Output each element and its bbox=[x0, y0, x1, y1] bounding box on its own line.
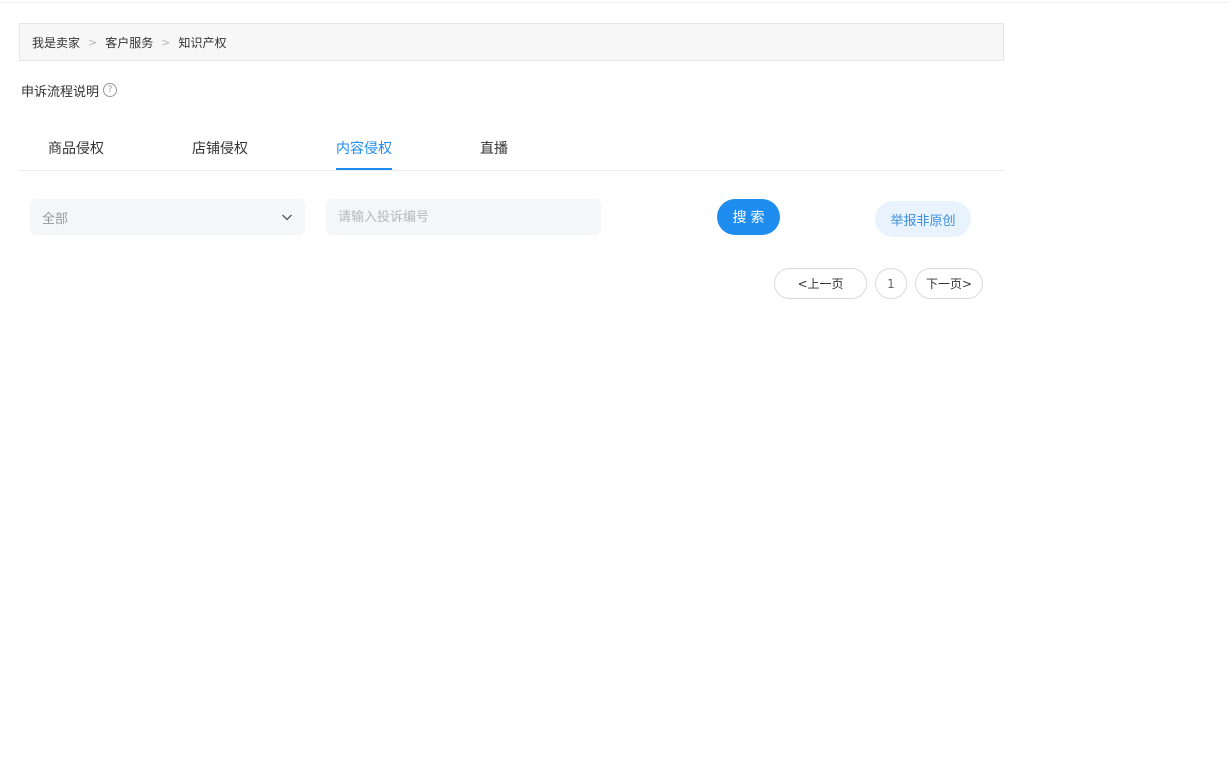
breadcrumb-item-seller[interactable]: 我是卖家 bbox=[32, 34, 80, 51]
tab-product-infringement[interactable]: 商品侵权 bbox=[48, 138, 104, 158]
breadcrumb-item-customer-service[interactable]: 客户服务 bbox=[105, 34, 153, 51]
tab-bar: 商品侵权 店铺侵权 内容侵权 直播 bbox=[19, 128, 1004, 171]
breadcrumb-item-ip: 知识产权 bbox=[178, 35, 227, 50]
active-tab-indicator bbox=[336, 168, 392, 170]
report-non-original-button[interactable]: 举报非原创 bbox=[875, 201, 971, 237]
breadcrumb-separator: > bbox=[88, 35, 98, 49]
prev-page-button[interactable]: <上一页 bbox=[774, 268, 867, 299]
tab-live[interactable]: 直播 bbox=[480, 138, 508, 158]
question-circle-icon[interactable]: ? bbox=[103, 83, 118, 97]
status-select[interactable]: 全部 bbox=[30, 199, 305, 235]
complaint-number-input[interactable] bbox=[326, 199, 601, 235]
top-divider bbox=[0, 2, 1229, 3]
status-select-value: 全部 bbox=[42, 211, 69, 227]
tab-store-infringement[interactable]: 店铺侵权 bbox=[192, 138, 248, 158]
tab-content-infringement[interactable]: 内容侵权 bbox=[336, 138, 392, 158]
next-page-button[interactable]: 下一页> bbox=[915, 268, 983, 299]
breadcrumb-separator: > bbox=[161, 35, 171, 49]
appeal-flow-label: 申诉流程说明 bbox=[21, 84, 100, 100]
appeal-flow-help[interactable]: 申诉流程说明 ? bbox=[21, 80, 118, 100]
breadcrumb: 我是卖家 > 客户服务 > 知识产权 bbox=[19, 23, 1004, 61]
page-number-button[interactable]: 1 bbox=[875, 268, 907, 299]
chevron-down-icon bbox=[281, 211, 293, 223]
search-button[interactable]: 搜索 bbox=[717, 199, 780, 235]
